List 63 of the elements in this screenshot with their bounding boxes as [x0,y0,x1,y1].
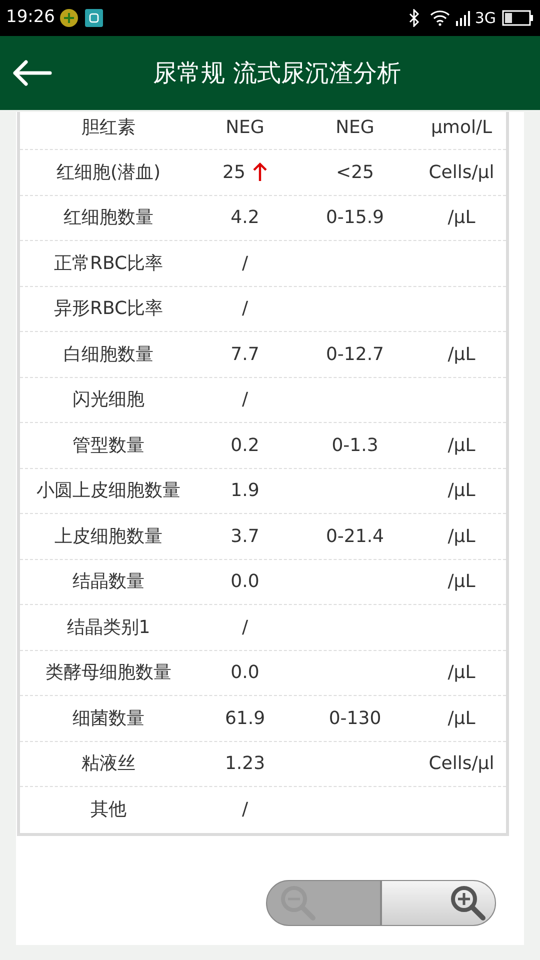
item-name: 管型数量 [72,434,144,458]
reference-range: 0-21.4 [326,524,384,549]
result-value: NEG [226,116,264,140]
result-value: 61.9 [224,706,266,731]
result-value: 0.0 [230,570,260,594]
result-value: / [242,798,248,822]
zoom-in-button[interactable] [381,880,496,926]
item-name: 结晶类别1 [66,616,150,640]
signal-icon [456,10,472,26]
result-value: 1.23 [224,752,266,776]
result-value: 0.0 [230,661,260,686]
item-name: 结晶数量 [72,570,144,594]
item-name: 闪光细胞 [72,388,144,412]
reference-range: <25 [336,160,374,185]
back-arrow-icon [12,60,52,86]
item-name: 类酵母细胞数量 [46,661,172,686]
result-value: / [242,252,248,276]
screenshot-icon [85,9,103,27]
network-type: 3G [474,8,496,29]
unit: /μL [448,661,476,686]
item-name: 细菌数量 [72,706,144,731]
reference-range: 0-130 [328,706,382,731]
reference-range: 0-12.7 [326,342,384,367]
item-name: 其他 [90,798,126,822]
unit: /μL [448,206,476,230]
battery-icon [502,10,534,26]
bluetooth-icon [408,9,420,27]
item-name: 白细胞数量 [64,342,154,367]
unit: /μL [448,570,476,594]
unit: /μL [448,706,476,731]
result-value: / [242,616,248,640]
app-icon [59,8,79,28]
item-name: 上皮细胞数量 [54,524,162,549]
item-name: 正常RBC比率 [54,252,164,276]
zoom-out-icon [279,884,317,922]
result-value: 25 [222,160,246,185]
unit: Cells/μl [428,160,494,185]
zoom-in-icon [449,884,487,922]
unit: Cells/μl [428,752,494,776]
reference-range: 0-1.3 [332,434,378,458]
result-value: / [242,388,248,412]
status-time: 19:26 [6,6,55,30]
unit: /μL [448,479,476,504]
result-value: 1.9 [230,479,260,504]
item-name: 异形RBC比率 [54,297,164,322]
result-value: 0.2 [230,434,260,458]
unit: /μL [448,434,476,458]
wifi-icon [430,10,450,26]
item-name: 小圆上皮细胞数量 [36,479,180,504]
item-name: 红细胞(潜血) [56,160,161,185]
result-value: 3.7 [230,524,260,549]
reference-range: NEG [336,116,374,140]
reference-range: 0-15.9 [326,206,384,230]
unit: /μL [448,342,476,367]
item-name: 红细胞数量 [64,206,154,230]
unit: μmol/L [430,116,492,140]
result-value: 7.7 [230,342,260,367]
result-value: / [242,297,248,322]
result-value: 4.2 [230,206,260,230]
unit: /μL [448,524,476,549]
page-title: 尿常规 流式尿沉渣分析 [152,58,402,89]
item-name: 粘液丝 [82,752,136,776]
item-name: 胆红素 [82,116,136,140]
